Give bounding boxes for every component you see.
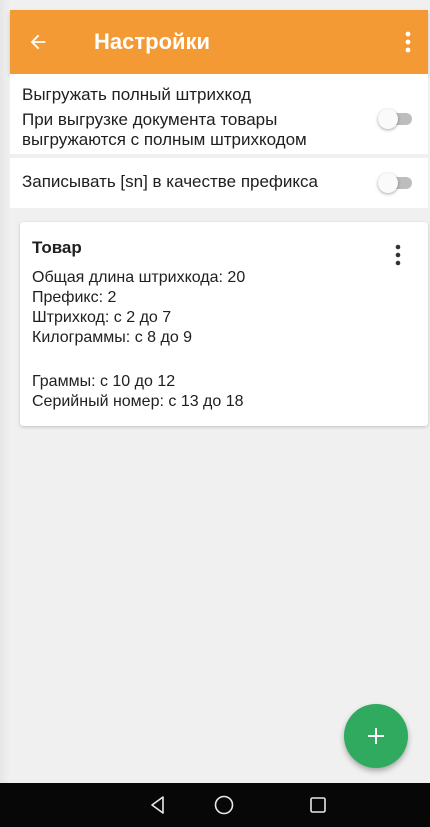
setting-full-barcode: Выгружать полный штрихкод При выгрузке д… — [10, 74, 428, 154]
overflow-menu-button[interactable] — [388, 10, 428, 74]
nav-home-button[interactable] — [194, 783, 254, 827]
more-vertical-icon — [405, 31, 411, 53]
arrow-left-icon — [30, 34, 46, 50]
toggle-thumb — [378, 109, 398, 129]
page-title: Настройки — [94, 29, 211, 54]
card-title: Товар — [32, 238, 82, 257]
system-nav-bar — [0, 783, 430, 827]
card-line-total-length: Общая длина штрихкода: 20 — [32, 269, 246, 286]
setting-label: Выгружать полный штрихкод — [22, 85, 252, 104]
triangle-back-icon — [151, 796, 164, 814]
full-barcode-toggle[interactable] — [378, 108, 414, 130]
plus-icon — [368, 728, 384, 744]
back-button[interactable] — [10, 10, 66, 74]
card-line-kilograms: Килограммы: с 8 до 9 — [32, 329, 193, 346]
square-recent-icon — [310, 797, 326, 813]
card-menu-button[interactable] — [386, 240, 410, 270]
setting-label: Записывать [sn] в качестве префикса — [22, 172, 318, 191]
app-screen: Настройки Выгружать полный штрихкод При … — [0, 0, 430, 827]
barcode-template-card[interactable]: Товар Общая длина штрихкода: 20 Префикс:… — [20, 222, 428, 426]
app-bar: Настройки — [10, 10, 428, 74]
toggle-thumb — [378, 173, 398, 193]
add-button[interactable] — [344, 704, 408, 768]
more-vertical-icon — [395, 244, 401, 266]
setting-description: При выгрузке документа товары выгружаютс… — [22, 110, 307, 149]
sn-prefix-toggle[interactable] — [378, 172, 414, 194]
nav-back-button[interactable] — [128, 783, 188, 827]
setting-sn-prefix: Записывать [sn] в качестве префикса — [10, 158, 428, 208]
card-line-serial: Серийный номер: с 13 до 18 — [32, 393, 244, 410]
card-line-prefix: Префикс: 2 — [32, 289, 117, 306]
frame-edge — [0, 0, 10, 783]
circle-home-icon — [214, 795, 234, 815]
nav-recent-button[interactable] — [288, 783, 348, 827]
card-line-grams: Граммы: с 10 до 12 — [32, 373, 176, 390]
card-line-barcode: Штрихкод: с 2 до 7 — [32, 309, 172, 326]
